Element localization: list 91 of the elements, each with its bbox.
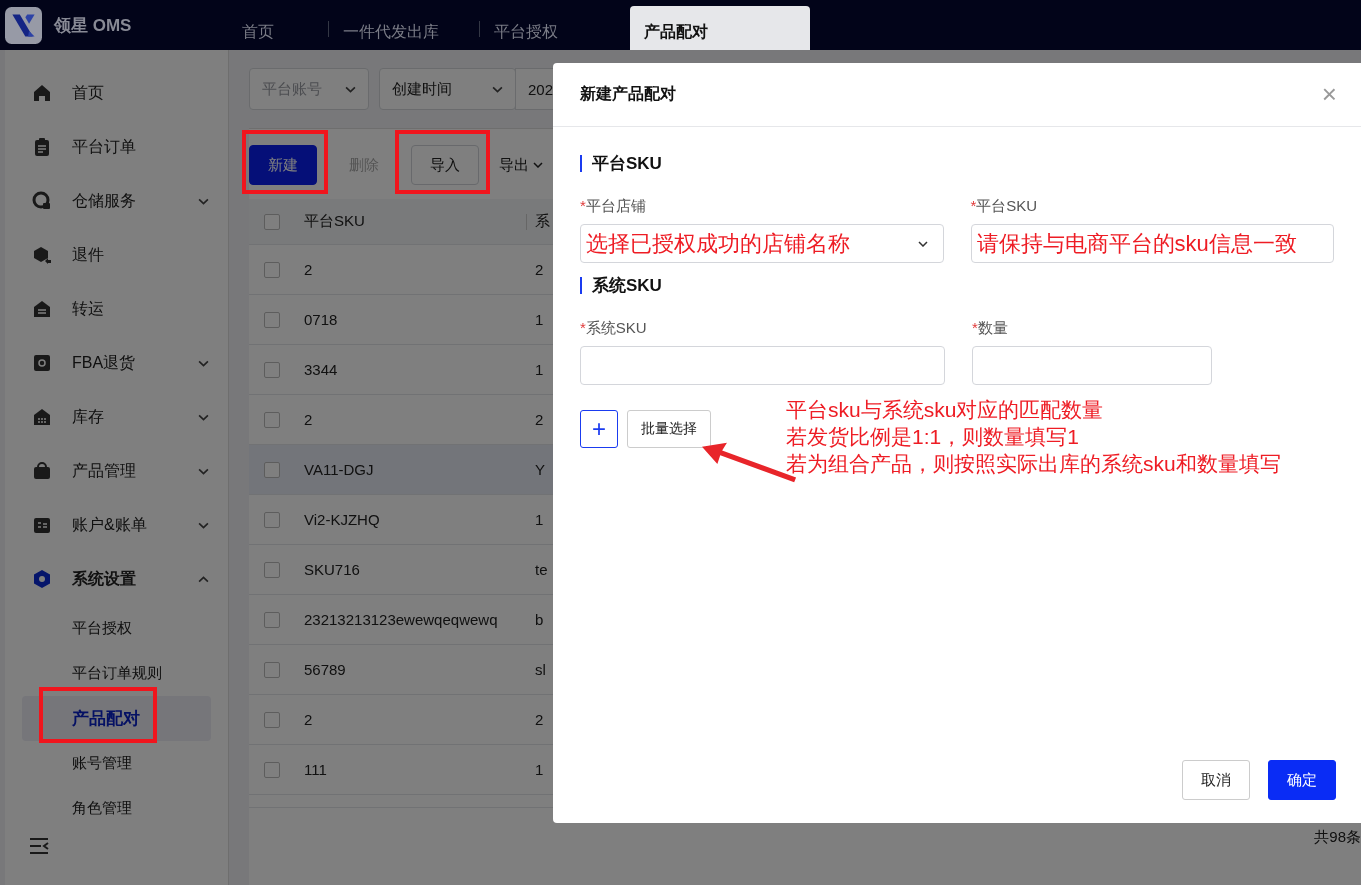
chevron-icon xyxy=(492,85,503,93)
warehouse-icon xyxy=(32,407,52,427)
receipt-icon xyxy=(32,515,52,535)
total-count: 共98条 xyxy=(1314,828,1361,847)
nav-tab[interactable]: 产品配对 xyxy=(630,6,810,50)
table-cell-text: 2 xyxy=(304,261,314,278)
annotation-text: 平台sku与系统sku对应的匹配数量 若发货比例是1:1，则数量填写1 若为组合产品，则按照实际出库的系统sku和数量填写 xyxy=(786,397,1281,477)
checkbox[interactable] xyxy=(264,311,280,328)
checkbox[interactable] xyxy=(264,661,280,678)
clipboard-icon xyxy=(32,137,52,157)
checkbox[interactable] xyxy=(264,361,280,378)
field-label: *数量 xyxy=(972,319,1009,338)
sidebar-item[interactable]: 产品管理 xyxy=(22,444,211,498)
sidebar-item[interactable]: 退件 xyxy=(22,228,211,282)
checkbox[interactable] xyxy=(264,213,280,230)
sidebar-item[interactable]: 库存 xyxy=(22,390,211,444)
checkbox[interactable] xyxy=(264,461,280,478)
input-field[interactable] xyxy=(972,346,1212,385)
filter-field[interactable]: 创建时间 xyxy=(379,68,516,110)
table-cell: 1 xyxy=(535,761,544,778)
checkbox[interactable] xyxy=(264,411,280,428)
caret-icon xyxy=(533,162,543,168)
chevron-icon xyxy=(917,240,928,247)
bag-icon xyxy=(32,461,52,481)
input-field[interactable]: 请保持与电商平台的sku信息一致 xyxy=(970,224,1334,263)
table-cell: b xyxy=(535,611,544,628)
input-field[interactable] xyxy=(580,346,945,385)
confirm-button[interactable]: 确定 xyxy=(1268,760,1336,800)
section-title: 系统SKU xyxy=(580,277,1334,294)
select-field[interactable]: 选择已授权成功的店铺名称 xyxy=(580,224,944,263)
table-cell: 2 xyxy=(535,411,544,428)
sidebar-item[interactable]: 平台订单 xyxy=(22,120,211,174)
table-cell-text: 0718 xyxy=(304,311,339,328)
table-cell-text: 2 xyxy=(304,411,314,428)
checkbox[interactable] xyxy=(264,711,280,728)
sidebar-item[interactable]: 首页 xyxy=(22,66,211,120)
table-cell-text: 2 xyxy=(304,711,314,728)
sidebar-item[interactable]: FBA退货 xyxy=(22,336,211,390)
table-cell-text: 23213213123ewewqeqwewq xyxy=(304,611,499,628)
nav-tab[interactable]: 平台授权 xyxy=(480,6,630,50)
table-cell-text: Vi2-KJZHQ xyxy=(304,511,381,528)
chevron-icon xyxy=(345,85,356,93)
home-icon xyxy=(32,83,52,103)
field-label: *系统SKU xyxy=(580,319,648,338)
checkbox[interactable] xyxy=(264,611,280,628)
sidebar-subitem[interactable]: 平台订单规则 xyxy=(22,651,211,696)
batch-select-button[interactable]: 批量选择 xyxy=(627,410,711,448)
checkbox[interactable] xyxy=(264,761,280,778)
sidebar-item[interactable]: 仓储服务 xyxy=(22,174,211,228)
app-name: 领星 OMS xyxy=(54,14,132,37)
sidebar-subitem[interactable]: 账号管理 xyxy=(22,741,211,786)
table-cell: 2 xyxy=(535,711,544,728)
table-cell-text: VA11-DGJ xyxy=(304,461,375,478)
sidebar-item[interactable]: 账户&账单 xyxy=(22,498,211,552)
column-header: 平台SKU xyxy=(304,212,366,231)
nav-tab[interactable]: 一件代发出库 xyxy=(329,6,479,50)
table-cell-text: 56789 xyxy=(304,661,347,678)
table-cell: 1 xyxy=(535,511,544,528)
table-cell-text: 3344 xyxy=(304,361,339,378)
checkbox[interactable] xyxy=(264,561,280,578)
toolbar-button[interactable]: 新建 xyxy=(249,145,317,185)
house-icon xyxy=(32,299,52,319)
column-header: 系 xyxy=(535,212,550,231)
cancel-button[interactable]: 取消 xyxy=(1182,760,1250,800)
sidebar-item[interactable]: 转运 xyxy=(22,282,211,336)
box-icon xyxy=(32,245,52,265)
table-cell: 1 xyxy=(535,311,544,328)
table-cell: te xyxy=(535,561,548,578)
table-cell: Y xyxy=(535,461,545,478)
sidebar-item[interactable]: 系统设置 xyxy=(22,552,211,606)
sidebar-subitem[interactable]: 角色管理 xyxy=(22,786,211,831)
toolbar-button[interactable]: 导入 xyxy=(411,145,479,185)
hexagon-icon xyxy=(32,569,52,589)
table-cell-text: SKU716 xyxy=(304,561,361,578)
table-cell-text: 111 xyxy=(304,761,328,778)
sidebar-subitem[interactable]: 产品配对 xyxy=(22,696,211,741)
checkbox[interactable] xyxy=(264,511,280,528)
logo-icon xyxy=(5,6,42,44)
field-label: *平台店铺 xyxy=(580,197,647,216)
add-button[interactable]: + xyxy=(580,410,618,448)
field-label: *平台SKU xyxy=(970,197,1039,216)
sidebar-subitem[interactable]: 平台授权 xyxy=(22,606,211,651)
nav-tab[interactable]: 首页 xyxy=(228,6,328,50)
table-cell: 1 xyxy=(535,361,544,378)
table-cell: 2 xyxy=(535,261,544,278)
section-title: 平台SKU xyxy=(580,155,1334,172)
close-button[interactable]: × xyxy=(1317,79,1341,110)
table-cell: sl xyxy=(535,661,546,678)
checkbox[interactable] xyxy=(264,261,280,278)
dialog-title: 新建产品配对 xyxy=(580,84,676,104)
collapse-icon[interactable] xyxy=(29,837,49,855)
